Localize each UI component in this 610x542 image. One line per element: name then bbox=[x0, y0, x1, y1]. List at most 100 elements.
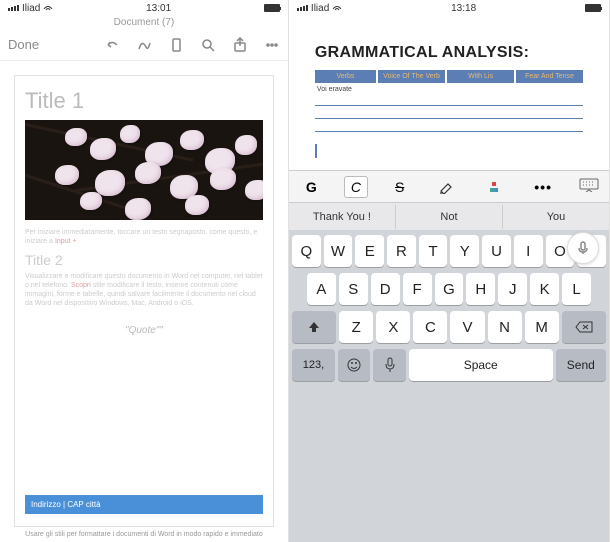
color-swatch-icon bbox=[490, 182, 500, 192]
key-r[interactable]: R bbox=[387, 235, 416, 267]
strikethrough-button[interactable]: S bbox=[388, 176, 411, 198]
document-canvas[interactable]: GRAMMATICAL ANALYSIS: Verbs Voice Of The… bbox=[289, 16, 609, 170]
more-icon[interactable] bbox=[264, 37, 280, 53]
key-w[interactable]: W bbox=[324, 235, 353, 267]
document-page: GRAMMATICAL ANALYSIS: Verbs Voice Of The… bbox=[299, 28, 599, 166]
key-j[interactable]: J bbox=[498, 273, 527, 305]
document-canvas[interactable]: Title 1 bbox=[0, 61, 288, 542]
bottom-hint: Usare gli stili per formattare i documen… bbox=[14, 527, 274, 542]
heading-title1[interactable]: Title 1 bbox=[25, 88, 263, 114]
battery-icon bbox=[585, 4, 601, 12]
key-numbers[interactable]: 123, bbox=[292, 349, 335, 381]
suggestion-item[interactable]: Not bbox=[396, 205, 503, 229]
key-c[interactable]: C bbox=[413, 311, 447, 343]
table-header-cell[interactable]: With Lis bbox=[447, 70, 514, 83]
signal-icon bbox=[297, 5, 308, 11]
document-page: Title 1 bbox=[14, 75, 274, 527]
key-y[interactable]: Y bbox=[450, 235, 479, 267]
backspace-icon bbox=[575, 321, 593, 333]
bold-button[interactable]: G bbox=[299, 176, 324, 198]
shift-icon bbox=[307, 320, 321, 334]
key-l[interactable]: L bbox=[562, 273, 591, 305]
screen-document-editor: Iliad 13:01 Document (7) Done Title 1 bbox=[0, 0, 289, 542]
table-header-cell[interactable]: Voice Of The Verb bbox=[378, 70, 445, 83]
placeholder-paragraph-2[interactable]: Visualizzare e modificare questo documen… bbox=[25, 272, 263, 308]
key-a[interactable]: A bbox=[307, 273, 336, 305]
table-header-cell[interactable]: Verbs bbox=[315, 70, 376, 83]
status-bar: Iliad 13:01 bbox=[0, 0, 288, 16]
key-space[interactable]: Space bbox=[409, 349, 553, 381]
table-divider bbox=[315, 118, 583, 119]
signal-icon bbox=[8, 5, 19, 11]
key-m[interactable]: M bbox=[525, 311, 559, 343]
screen-keyboard-editor: Iliad 13:18 GRAMMATICAL ANALYSIS: Verbs … bbox=[289, 0, 610, 542]
wifi-icon bbox=[332, 4, 342, 12]
key-shift[interactable] bbox=[292, 311, 336, 343]
undo-icon[interactable] bbox=[104, 37, 120, 53]
key-emoji[interactable] bbox=[338, 349, 370, 381]
key-dictation[interactable] bbox=[373, 349, 405, 381]
key-u[interactable]: U bbox=[482, 235, 511, 267]
key-s[interactable]: S bbox=[339, 273, 368, 305]
keyboard-toggle-button[interactable] bbox=[579, 178, 599, 195]
draw-icon[interactable] bbox=[136, 37, 152, 53]
microphone-icon bbox=[384, 357, 396, 373]
table-divider bbox=[315, 131, 583, 132]
clock: 13:01 bbox=[146, 3, 171, 14]
keyboard-row: A S D F G H J K L bbox=[292, 273, 606, 305]
table-row-text[interactable]: Voi eravate bbox=[315, 83, 583, 93]
clock: 13:18 bbox=[451, 3, 476, 14]
key-z[interactable]: Z bbox=[339, 311, 373, 343]
suggestion-bar: Thank You ! Not You bbox=[289, 202, 609, 230]
placeholder-image[interactable] bbox=[25, 120, 263, 220]
wifi-icon bbox=[43, 4, 53, 12]
heading-title2[interactable]: Title 2 bbox=[25, 252, 263, 268]
keyboard-row: 123, Space Send bbox=[292, 349, 606, 381]
share-icon[interactable] bbox=[232, 37, 248, 53]
toolbar: Done bbox=[0, 29, 288, 61]
key-f[interactable]: F bbox=[403, 273, 432, 305]
page-title[interactable]: GRAMMATICAL ANALYSIS: bbox=[315, 44, 583, 62]
keyboard-row: Q W E R T Y U I O P bbox=[292, 235, 606, 267]
quote-text[interactable]: "Quote"" bbox=[25, 325, 263, 336]
key-send[interactable]: Send bbox=[556, 349, 606, 381]
text-cursor-line[interactable] bbox=[315, 144, 583, 158]
key-k[interactable]: K bbox=[530, 273, 559, 305]
color-picker-button[interactable] bbox=[483, 179, 507, 195]
table-header-row: Verbs Voice Of The Verb With Lis Fear An… bbox=[315, 70, 583, 83]
status-bar: Iliad 13:18 bbox=[289, 0, 609, 16]
key-d[interactable]: D bbox=[371, 273, 400, 305]
key-x[interactable]: X bbox=[376, 311, 410, 343]
table-divider bbox=[315, 105, 583, 106]
keyboard-row: Z X C V N M bbox=[292, 311, 606, 343]
key-e[interactable]: E bbox=[355, 235, 384, 267]
key-backspace[interactable] bbox=[562, 311, 606, 343]
battery-icon bbox=[264, 4, 280, 12]
emoji-icon bbox=[346, 357, 362, 373]
carrier-label: Iliad bbox=[22, 3, 40, 14]
microphone-icon bbox=[576, 241, 590, 255]
more-format-button[interactable]: ••• bbox=[527, 176, 559, 198]
highlight-button[interactable] bbox=[431, 177, 463, 197]
keyboard: Q W E R T Y U I O P A S D F G H J K L Z … bbox=[289, 230, 609, 542]
key-n[interactable]: N bbox=[488, 311, 522, 343]
key-q[interactable]: Q bbox=[292, 235, 321, 267]
table-header-cell[interactable]: Fear And Tense bbox=[516, 70, 583, 83]
key-g[interactable]: G bbox=[435, 273, 464, 305]
format-toolbar: G C S ••• bbox=[289, 170, 609, 202]
footer-address[interactable]: Indirizzo | CAP città bbox=[25, 495, 263, 514]
done-button[interactable]: Done bbox=[8, 37, 39, 52]
key-v[interactable]: V bbox=[450, 311, 484, 343]
italic-button[interactable]: C bbox=[344, 176, 368, 198]
document-title: Document (7) bbox=[0, 16, 288, 29]
search-icon[interactable] bbox=[200, 37, 216, 53]
text-cursor bbox=[315, 144, 317, 158]
suggestion-item[interactable]: Thank You ! bbox=[289, 205, 396, 229]
key-t[interactable]: T bbox=[419, 235, 448, 267]
key-i[interactable]: I bbox=[514, 235, 543, 267]
placeholder-paragraph[interactable]: Per iniziare immediatamente, toccare un … bbox=[25, 228, 263, 246]
dictation-button[interactable] bbox=[567, 232, 599, 264]
key-h[interactable]: H bbox=[466, 273, 495, 305]
device-icon[interactable] bbox=[168, 37, 184, 53]
suggestion-item[interactable]: You bbox=[503, 205, 609, 229]
